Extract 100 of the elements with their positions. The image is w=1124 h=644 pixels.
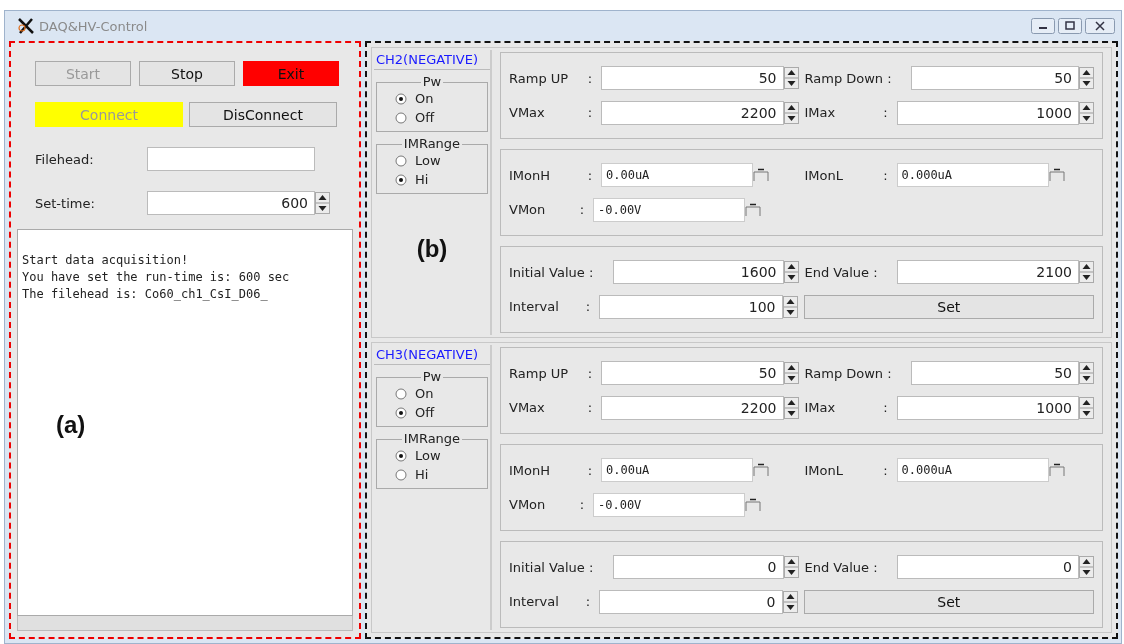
field-label: Ramp Down :: [804, 365, 893, 381]
small-button-icon[interactable]: [753, 168, 769, 183]
field-label: VMax: [509, 400, 546, 416]
log-line: Start data acquisition!: [22, 252, 190, 269]
radio-label: On: [415, 91, 434, 106]
small-button-icon[interactable]: [745, 497, 761, 512]
field-label: VMon: [509, 497, 547, 513]
field-label: IMax: [804, 400, 837, 416]
annotation-label: (a): [55, 410, 87, 440]
spin-icon[interactable]: [783, 556, 799, 579]
colon: :: [578, 202, 586, 218]
log-line: The filehead is: Co60_ch1_CsI_D06_: [22, 286, 269, 303]
spin-icon[interactable]: [1079, 101, 1094, 124]
field-label: IMax: [804, 105, 837, 121]
number-field[interactable]: 50: [601, 361, 784, 386]
field-label: Interval: [509, 594, 560, 610]
colon: :: [586, 70, 594, 86]
spin-icon[interactable]: [1079, 556, 1094, 579]
field-label: Set-time:: [35, 195, 96, 211]
close-icon[interactable]: [1085, 18, 1115, 34]
field-label: Interval: [509, 299, 560, 315]
set-time-field[interactable]: 600: [147, 191, 315, 215]
spin-icon[interactable]: [782, 590, 798, 613]
colon: :: [882, 462, 889, 478]
radio-button[interactable]: [395, 154, 407, 167]
radio-button[interactable]: [395, 173, 407, 186]
spin-icon[interactable]: [1079, 261, 1094, 284]
field-label: End Value :: [804, 264, 879, 280]
small-button-icon[interactable]: [745, 202, 761, 217]
field-label: Initial Value :: [509, 264, 595, 280]
spin-icon[interactable]: [1079, 396, 1094, 419]
number-field[interactable]: 50: [910, 66, 1079, 91]
filehead-field[interactable]: [147, 147, 315, 171]
colon: :: [586, 400, 594, 416]
channel-title: CH2(NEGATIVE): [374, 50, 490, 70]
spin-icon[interactable]: [783, 261, 799, 284]
number-field[interactable]: 50: [601, 66, 784, 91]
field-label: Filehead:: [35, 151, 95, 167]
colon: :: [586, 167, 594, 183]
field-label: Initial Value :: [509, 559, 595, 575]
app-icon: [17, 18, 35, 34]
colon: :: [882, 167, 889, 183]
minimize-icon[interactable]: [1031, 18, 1055, 34]
readout-field: -0.00V: [593, 197, 745, 222]
number-field[interactable]: 1000: [896, 100, 1079, 125]
radio-button[interactable]: [395, 387, 407, 400]
radio-button[interactable]: [395, 406, 407, 419]
spin-icon[interactable]: [1079, 67, 1094, 90]
radio-label: Low: [415, 153, 441, 168]
radio-label: On: [415, 386, 434, 401]
field-label: IMonL: [804, 167, 844, 183]
annotation-label: (b): [415, 234, 449, 264]
number-field[interactable]: 2200: [601, 395, 784, 420]
colon: :: [584, 594, 592, 610]
spin-icon[interactable]: [783, 362, 799, 385]
spin-icon[interactable]: [1079, 362, 1094, 385]
radio-button[interactable]: [395, 449, 407, 462]
group-title: Pw: [420, 74, 444, 89]
disconnect-button[interactable]: DisConnect: [189, 102, 337, 127]
readout-field: 0.000uA: [896, 458, 1049, 483]
set-button[interactable]: Set: [803, 589, 1094, 614]
number-field[interactable]: 0: [896, 555, 1079, 580]
small-button-icon[interactable]: [1048, 168, 1065, 183]
radio-label: Low: [415, 448, 441, 463]
colon: :: [578, 497, 586, 513]
field-label: Ramp Down :: [804, 70, 893, 86]
number-field[interactable]: 2100: [896, 260, 1079, 285]
exit-button[interactable]: Exit: [243, 61, 339, 86]
colon: :: [586, 105, 594, 121]
spin-icon[interactable]: [782, 295, 798, 318]
small-button-icon[interactable]: [753, 463, 769, 478]
field-label: VMon: [509, 202, 547, 218]
number-field[interactable]: 0: [613, 555, 784, 580]
set-button[interactable]: Set: [803, 294, 1094, 319]
spin-icon[interactable]: [783, 396, 799, 419]
maximize-icon[interactable]: [1058, 18, 1082, 34]
stop-button[interactable]: Stop: [139, 61, 235, 86]
spin-icon[interactable]: [783, 101, 799, 124]
field-label: IMonL: [804, 462, 844, 478]
number-field[interactable]: 100: [599, 294, 783, 319]
field-label: Ramp UP: [509, 365, 570, 381]
radio-button[interactable]: [395, 111, 407, 124]
colon: :: [584, 299, 592, 315]
radio-button[interactable]: [395, 92, 407, 105]
field-label: IMonH: [509, 167, 552, 183]
small-button-icon[interactable]: [1048, 463, 1065, 478]
number-field[interactable]: 50: [910, 361, 1079, 386]
window-title: DAQ&HV-Control: [39, 18, 148, 34]
spin-icon[interactable]: [315, 192, 330, 214]
readout-field: 0.00uA: [601, 163, 753, 188]
radio-button[interactable]: [395, 468, 407, 481]
field-label: End Value :: [804, 559, 879, 575]
number-field[interactable]: 1600: [613, 260, 784, 285]
number-field[interactable]: 0: [599, 589, 783, 614]
number-field[interactable]: 1000: [896, 395, 1079, 420]
scrollbar[interactable]: [17, 616, 353, 631]
spin-icon[interactable]: [783, 67, 799, 90]
field-label: VMax: [509, 105, 546, 121]
colon: :: [586, 462, 594, 478]
number-field[interactable]: 2200: [601, 100, 784, 125]
